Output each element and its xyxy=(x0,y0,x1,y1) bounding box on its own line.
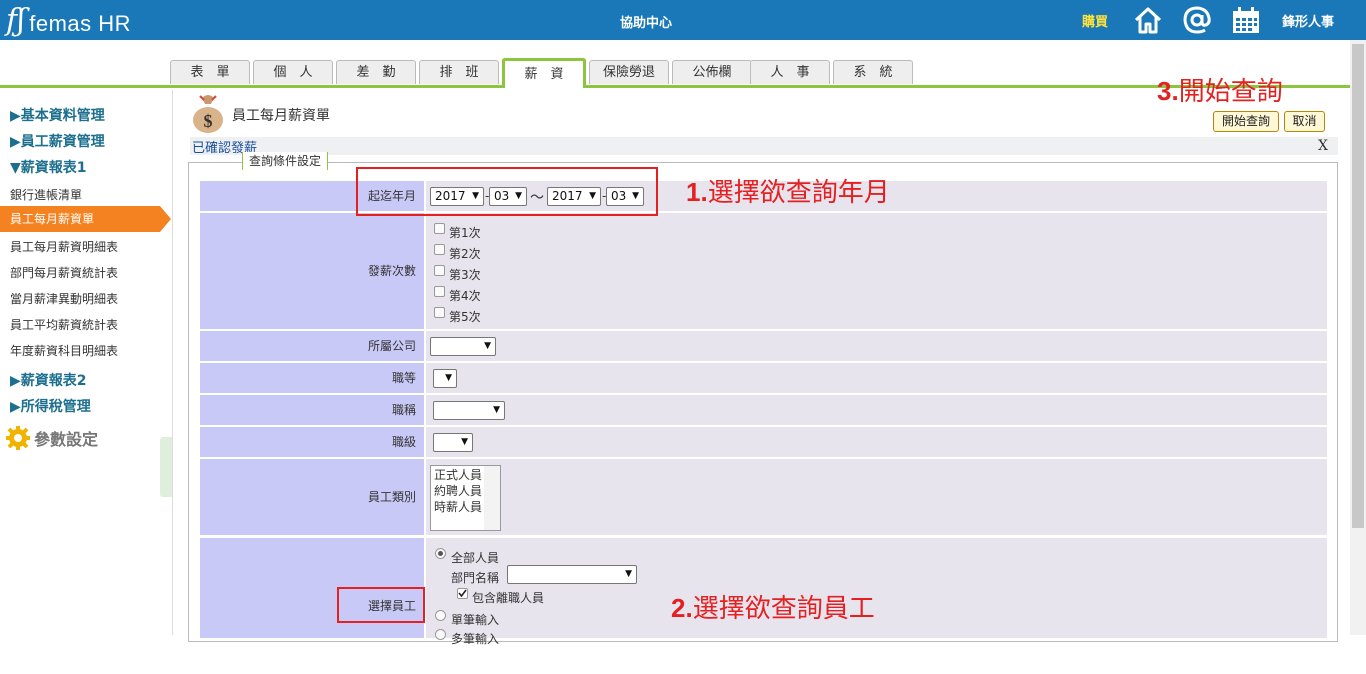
femas-logo[interactable]: fʃ femas HR xyxy=(6,4,131,38)
pay-count-2-checkbox[interactable] xyxy=(434,244,445,255)
multi-entry-label: 多筆輸入 xyxy=(451,632,500,646)
period-highlight-box xyxy=(356,167,658,216)
pay-count-2-label: 第2次 xyxy=(449,247,481,261)
include-resigned-checkbox[interactable] xyxy=(457,588,468,599)
tab-underline xyxy=(0,85,1350,88)
sidebar-item-monthly-payslip[interactable]: 員工每月薪資單 xyxy=(0,206,160,232)
status-bar xyxy=(190,137,1338,155)
include-resigned-label: 包含離職人員 xyxy=(472,591,545,605)
moneybag-icon: $ xyxy=(193,95,223,133)
start-query-button[interactable]: 開始查詢 xyxy=(1213,111,1279,132)
listbox-scrollbar[interactable] xyxy=(484,466,500,530)
page-title: 員工每月薪資單 xyxy=(232,108,330,124)
grade-cell xyxy=(426,427,1327,457)
tab-attendance[interactable]: 差 勤 xyxy=(336,60,416,84)
tab-scheduling[interactable]: 排 班 xyxy=(419,60,499,84)
rank-cell xyxy=(426,363,1327,393)
pay-count-3-label: 第3次 xyxy=(449,268,481,282)
at-icon[interactable] xyxy=(1181,4,1213,36)
pay-count-3-checkbox[interactable] xyxy=(434,265,445,276)
svg-text:$: $ xyxy=(204,111,213,131)
sidebar-salary-report-2[interactable]: ▶薪資報表2 xyxy=(10,370,87,390)
sidebar-param-settings[interactable]: 參數設定 xyxy=(6,426,98,450)
single-entry-label: 單筆輸入 xyxy=(451,613,500,627)
tab-bulletin[interactable]: 公佈欄 xyxy=(672,60,752,84)
page-scrollbar-thumb[interactable] xyxy=(1352,44,1364,528)
employee-highlight-box xyxy=(337,587,425,623)
tab-insurance[interactable]: 保險勞退 xyxy=(589,60,669,84)
sidebar-item-changes[interactable]: 當月薪津異動明細表 xyxy=(10,290,118,307)
sidebar-employee-salary[interactable]: ▶員工薪資管理 xyxy=(10,131,105,151)
employee-type-label: 員工類別 xyxy=(200,459,424,535)
param-label: 參數設定 xyxy=(34,430,99,449)
job-title-select[interactable]: ▼ xyxy=(433,401,505,420)
pay-count-1-checkbox[interactable] xyxy=(434,223,445,234)
company-cell xyxy=(426,331,1327,361)
sidebar-item-bank-list[interactable]: 銀行進帳清單 xyxy=(10,186,82,203)
job-title-cell xyxy=(426,395,1327,425)
sidebar-divider xyxy=(172,90,173,635)
pay-count-cell xyxy=(426,213,1327,329)
logo-mark: fʃ xyxy=(6,3,26,38)
pay-count-5-label: 第5次 xyxy=(449,310,481,324)
sidebar-income-tax[interactable]: ▶所得稅管理 xyxy=(10,396,91,416)
job-title-label: 職稱 xyxy=(200,395,424,425)
rank-select[interactable]: ▼ xyxy=(433,369,457,388)
annotation-step-1: 1.選擇欲查詢年月 xyxy=(686,177,890,208)
sidebar-item-monthly-detail[interactable]: 員工每月薪資明細表 xyxy=(10,238,118,255)
fieldset-legend: 查詢條件設定 xyxy=(242,152,329,170)
sidebar-item-annual[interactable]: 年度薪資科目明細表 xyxy=(10,342,118,359)
department-label: 部門名稱 xyxy=(451,571,500,585)
annotation-step-3: 3.開始查詢 xyxy=(1157,76,1283,107)
cancel-button[interactable]: 取消 xyxy=(1284,111,1325,132)
tab-forms[interactable]: 表 單 xyxy=(170,60,250,84)
home-icon[interactable] xyxy=(1132,4,1164,36)
company-name[interactable]: 鋒形人事 xyxy=(1282,11,1334,30)
close-x-button[interactable]: X xyxy=(1318,138,1328,154)
pay-count-5-checkbox[interactable] xyxy=(434,307,445,318)
grade-select[interactable]: ▼ xyxy=(433,433,473,452)
sidebar-collapse-handle[interactable] xyxy=(160,437,172,497)
help-center-link[interactable]: 協助中心 xyxy=(620,12,672,31)
annotation-step-2: 2.選擇欲查詢員工 xyxy=(671,593,875,624)
buy-link[interactable]: 購買 xyxy=(1082,11,1108,30)
department-select[interactable]: ▼ xyxy=(507,565,637,584)
sidebar-salary-report-1[interactable]: ▼薪資報表1 xyxy=(10,157,87,177)
gear-icon xyxy=(6,426,30,450)
select-employee-cell xyxy=(426,538,1327,638)
pay-count-label: 發薪次數 xyxy=(200,213,424,329)
calendar-icon[interactable] xyxy=(1230,4,1262,36)
tab-hr[interactable]: 人 事 xyxy=(750,60,830,84)
tab-system[interactable]: 系 統 xyxy=(833,60,913,84)
pay-count-4-label: 第4次 xyxy=(449,289,481,303)
rank-label: 職等 xyxy=(200,363,424,393)
pay-count-4-checkbox[interactable] xyxy=(434,286,445,297)
grade-label: 職級 xyxy=(200,427,424,457)
employee-type-cell xyxy=(426,459,1327,535)
logo-text: femas HR xyxy=(29,11,132,36)
sidebar-item-dept-stats[interactable]: 部門每月薪資統計表 xyxy=(10,264,118,281)
all-employees-label: 全部人員 xyxy=(451,551,500,565)
sidebar-basic-data[interactable]: ▶基本資料管理 xyxy=(10,105,105,125)
sidebar-active-arrow xyxy=(160,206,171,232)
tab-personal[interactable]: 個 人 xyxy=(253,60,333,84)
tab-payroll[interactable]: 薪 資 xyxy=(502,58,586,88)
single-entry-radio[interactable] xyxy=(435,610,446,621)
company-select[interactable]: ▼ xyxy=(430,337,496,356)
company-label: 所屬公司 xyxy=(200,331,424,361)
all-employees-radio[interactable] xyxy=(435,548,446,559)
pay-count-1-label: 第1次 xyxy=(449,226,481,240)
sidebar-item-average[interactable]: 員工平均薪資統計表 xyxy=(10,316,118,333)
